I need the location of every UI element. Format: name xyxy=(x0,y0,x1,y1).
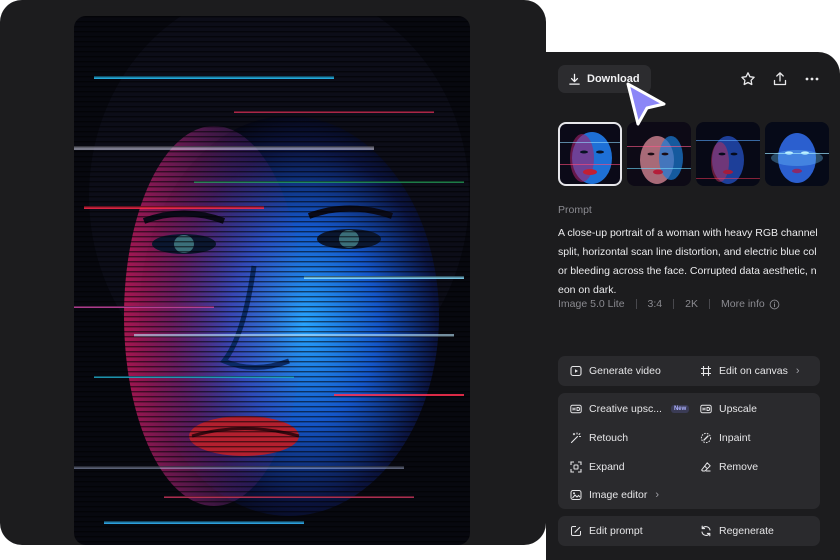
eraser-icon xyxy=(701,462,711,472)
favorite-button[interactable] xyxy=(739,70,756,87)
share-button[interactable] xyxy=(771,70,788,87)
generation-meta: Image 5.0 Lite 3:4 2K More info xyxy=(558,298,780,310)
details-panel: Download Prompt A close-up portrait of a… xyxy=(524,30,840,560)
edit-on-canvas-label: Edit on canvas xyxy=(719,365,788,377)
creative-upscale-button[interactable]: Creative upsc... New xyxy=(570,403,690,415)
remove-button[interactable]: Remove xyxy=(700,461,758,473)
expand-button[interactable]: Expand xyxy=(570,461,625,473)
thumbnail-4[interactable] xyxy=(765,122,829,186)
image-tools-actions: Creative upsc... New Upscale Retouch Inp… xyxy=(558,393,820,509)
regenerate-button[interactable]: Regenerate xyxy=(700,525,774,537)
more-info-label: More info xyxy=(721,298,765,310)
inpaint-button[interactable]: Inpaint xyxy=(700,432,751,444)
model-name: Image 5.0 Lite xyxy=(558,298,625,310)
info-icon xyxy=(769,299,780,309)
thumbnail-image xyxy=(627,122,691,186)
prompt-label: Prompt xyxy=(558,204,592,216)
upscale-button[interactable]: Upscale xyxy=(700,403,757,415)
image-card xyxy=(0,0,546,545)
remove-label: Remove xyxy=(719,461,759,473)
star-icon xyxy=(740,71,755,85)
more-info-link[interactable]: More info xyxy=(721,298,780,310)
video-canvas-actions: Generate video Edit on canvas › xyxy=(558,356,820,386)
header-actions xyxy=(739,70,820,87)
more-options-button[interactable] xyxy=(803,70,820,87)
glitch-portrait-image xyxy=(74,16,470,545)
expand-label: Expand xyxy=(589,461,625,473)
more-horizontal-icon xyxy=(805,77,818,80)
resolution: 2K xyxy=(685,298,698,310)
thumbnail-image xyxy=(765,122,829,186)
aspect-ratio: 3:4 xyxy=(647,298,663,310)
meta-divider xyxy=(635,299,637,309)
canvas-grid-icon xyxy=(701,366,711,376)
prompt-text: A close-up portrait of a woman with heav… xyxy=(558,227,818,296)
retouch-label: Retouch xyxy=(589,432,629,444)
play-video-icon xyxy=(570,365,582,377)
upscale-label: Upscale xyxy=(719,403,757,415)
thumbnail-3[interactable] xyxy=(696,122,760,186)
magic-wand-icon xyxy=(570,432,582,444)
retouch-button[interactable]: Retouch xyxy=(570,432,628,444)
share-icon xyxy=(773,71,786,85)
new-badge: New xyxy=(670,405,690,413)
download-icon xyxy=(569,73,580,85)
thumbnail-1[interactable] xyxy=(558,122,622,186)
chevron-right-icon: › xyxy=(655,489,660,501)
edit-prompt-label: Edit prompt xyxy=(589,525,643,537)
refresh-icon xyxy=(701,525,711,537)
inpaint-brush-icon xyxy=(700,432,712,444)
meta-divider xyxy=(673,299,675,309)
creative-upscale-label: Creative upsc... xyxy=(589,403,662,415)
regenerate-label: Regenerate xyxy=(719,525,774,537)
mouse-pointer-icon xyxy=(626,82,666,126)
edit-prompt-button[interactable]: Edit prompt xyxy=(570,525,643,537)
thumbnail-image xyxy=(558,122,622,186)
image-edit-icon xyxy=(570,490,582,500)
generate-video-button[interactable]: Generate video xyxy=(570,365,661,377)
image-editor-label: Image editor xyxy=(589,489,648,501)
edit-on-canvas-button[interactable]: Edit on canvas › xyxy=(700,365,800,377)
generate-video-label: Generate video xyxy=(589,365,661,377)
inpaint-label: Inpaint xyxy=(719,432,751,444)
generated-image[interactable] xyxy=(74,16,470,545)
expand-frame-icon xyxy=(570,461,582,473)
prompt-actions: Edit prompt Regenerate xyxy=(558,516,820,546)
hd-plus-icon xyxy=(570,404,582,414)
image-editor-button[interactable]: Image editor › xyxy=(570,489,659,501)
thumbnail-image xyxy=(696,122,760,186)
chevron-right-icon: › xyxy=(795,365,800,377)
hd-icon xyxy=(700,404,712,414)
thumbnail-2[interactable] xyxy=(627,122,691,186)
variation-thumbnails xyxy=(558,122,829,186)
meta-divider xyxy=(709,299,710,309)
edit-document-icon xyxy=(571,526,581,536)
